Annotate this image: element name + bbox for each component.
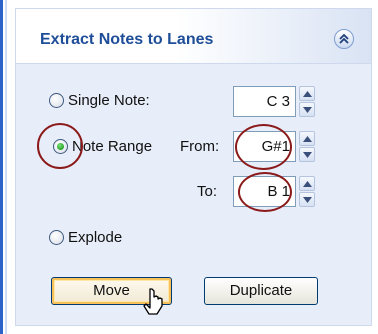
explode-label: Explode xyxy=(68,229,123,246)
note-range-label: Note Range xyxy=(72,138,153,155)
from-down-button[interactable] xyxy=(299,147,315,162)
note-range-to-spinner[interactable] xyxy=(299,176,315,207)
window-left-border xyxy=(0,0,3,334)
single-note-label: Single Note: xyxy=(68,92,150,109)
arrow-up-icon xyxy=(303,136,312,142)
duplicate-button[interactable]: Duplicate xyxy=(204,277,318,305)
single-note-up-button[interactable] xyxy=(299,86,315,101)
note-range-from-field[interactable]: G#1 xyxy=(233,131,296,162)
note-range-radio[interactable] xyxy=(53,139,68,154)
note-range-to-label: To: xyxy=(197,183,218,200)
arrow-up-icon xyxy=(303,181,312,187)
to-down-button[interactable] xyxy=(299,192,315,207)
collapse-button[interactable] xyxy=(334,29,354,49)
mouse-cursor-icon xyxy=(143,288,163,315)
note-range-to-field[interactable]: B 1 xyxy=(233,176,296,207)
arrow-down-icon xyxy=(303,152,312,158)
single-note-field[interactable]: C 3 xyxy=(233,86,296,117)
arrow-up-icon xyxy=(303,91,312,97)
radio-selected-dot xyxy=(57,143,64,150)
panel-header[interactable]: Extract Notes to Lanes xyxy=(16,9,371,64)
note-range-from-spinner[interactable] xyxy=(299,131,315,162)
single-note-down-button[interactable] xyxy=(299,102,315,117)
to-up-button[interactable] xyxy=(299,176,315,191)
single-note-radio[interactable] xyxy=(49,93,64,108)
window-left-inner-border xyxy=(5,0,7,334)
note-range-from-label: From: xyxy=(180,138,220,155)
single-note-spinner[interactable] xyxy=(299,86,315,117)
from-up-button[interactable] xyxy=(299,131,315,146)
double-chevron-up-icon xyxy=(339,33,349,44)
panel-title: Extract Notes to Lanes xyxy=(40,31,214,48)
arrow-down-icon xyxy=(303,107,312,113)
explode-radio[interactable] xyxy=(49,230,64,245)
arrow-down-icon xyxy=(303,197,312,203)
